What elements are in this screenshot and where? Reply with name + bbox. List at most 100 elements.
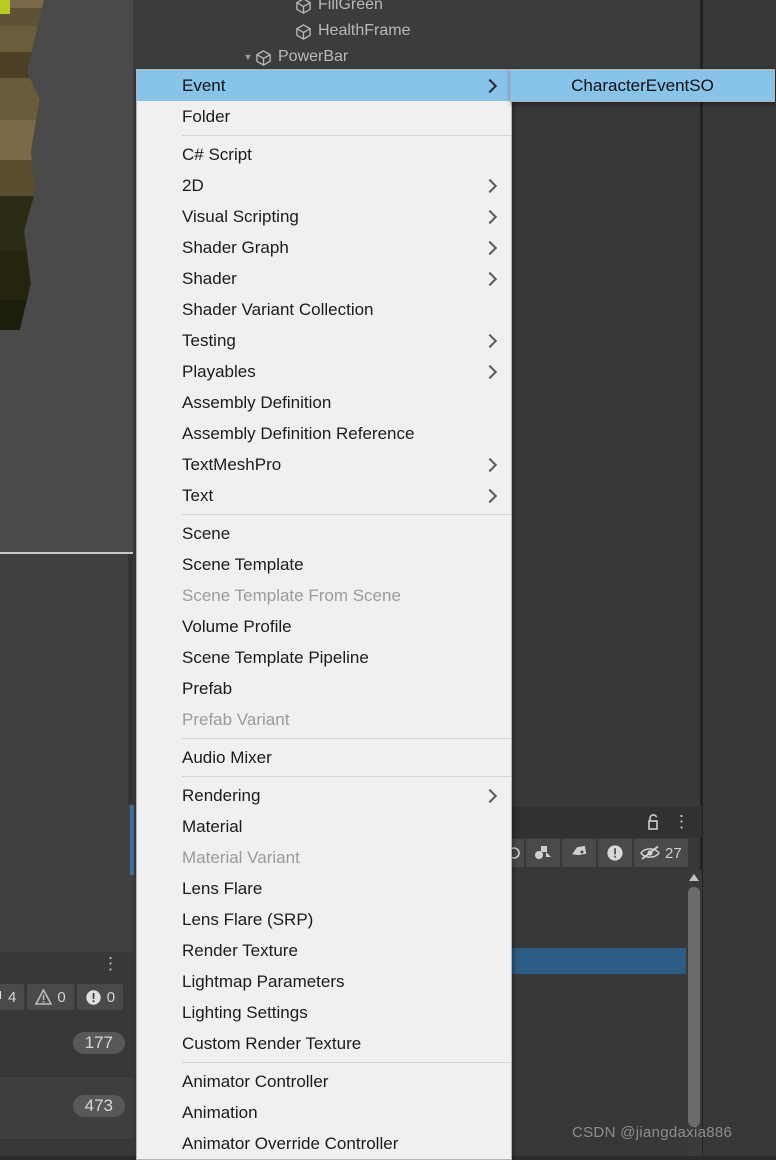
menu-item-c-script[interactable]: C# Script [137, 139, 511, 170]
menu-item-material-variant: Material Variant [137, 842, 511, 873]
scroll-up-arrow-icon[interactable] [689, 874, 699, 881]
submenu-item-label: CharacterEventSO [571, 75, 714, 95]
filter-hidden-objects-button[interactable]: 27 [634, 839, 688, 867]
hierarchy-item-2[interactable]: ▼ PowerBar [241, 46, 348, 68]
menu-item-label: 2D [182, 175, 204, 195]
menu-item-label: Assembly Definition [182, 392, 332, 412]
menu-separator [182, 738, 511, 739]
menu-item-animator-controller[interactable]: Animator Controller [137, 1066, 511, 1097]
hierarchy-panel[interactable]: FillGreen HealthFrame ▼ PowerBar [133, 0, 703, 70]
console-log-counter[interactable]: 4 [0, 984, 25, 1010]
menu-item-textmeshpro[interactable]: TextMeshPro [137, 449, 511, 480]
menu-item-label: Folder [182, 106, 231, 126]
menu-item-material[interactable]: Material [137, 811, 511, 842]
menu-item-lightmap-parameters[interactable]: Lightmap Parameters [137, 966, 511, 997]
menu-item-testing[interactable]: Testing [137, 325, 511, 356]
menu-item-assembly-definition[interactable]: Assembly Definition [137, 387, 511, 418]
console-row[interactable]: 177 [0, 1014, 133, 1077]
menu-item-label: Scene Template Pipeline [182, 647, 369, 667]
console-log-count: 4 [8, 988, 17, 1006]
menu-item-audio-mixer[interactable]: Audio Mixer [137, 742, 511, 773]
menu-item-prefab[interactable]: Prefab [137, 673, 511, 704]
menu-separator [182, 514, 511, 515]
menu-item-label: Lighting Settings [182, 1002, 308, 1022]
console-error-counter[interactable]: 0 [76, 984, 124, 1010]
menu-item-label: Lightmap Parameters [182, 971, 345, 991]
right-panel-background [703, 0, 776, 1156]
panel-active-tab-indicator [130, 805, 134, 875]
unlock-icon[interactable] [646, 813, 661, 831]
filter-partial-button[interactable] [510, 839, 524, 867]
menu-item-label: Visual Scripting [182, 206, 299, 226]
chevron-right-icon [482, 178, 498, 193]
menu-item-volume-profile[interactable]: Volume Profile [137, 611, 511, 642]
menu-item-label: Shader [182, 268, 237, 288]
console-row-count: 473 [72, 1095, 125, 1117]
menu-item-lens-flare-srp[interactable]: Lens Flare (SRP) [137, 904, 511, 935]
chevron-right-icon [482, 457, 498, 472]
error-icon [607, 845, 623, 861]
menu-item-custom-render-texture[interactable]: Custom Render Texture [137, 1028, 511, 1059]
menu-item-scene-template[interactable]: Scene Template [137, 549, 511, 580]
menu-item-lens-flare[interactable]: Lens Flare [137, 873, 511, 904]
filter-audio-button[interactable] [526, 839, 560, 867]
menu-item-playables[interactable]: Playables [137, 356, 511, 387]
menu-item-label: Testing [182, 330, 236, 350]
menu-item-label: Render Texture [182, 940, 298, 960]
watermark-text: CSDN @jiangdaxia886 [572, 1124, 733, 1141]
menu-item-scene[interactable]: Scene [137, 518, 511, 549]
scrollbar-thumb[interactable] [688, 887, 700, 1127]
menu-item-label: Lens Flare (SRP) [182, 909, 314, 929]
submenu-item-charactereventso[interactable]: CharacterEventSO [511, 70, 774, 101]
console-warning-counter[interactable]: 0 [27, 984, 74, 1010]
foldout-arrow-icon[interactable]: ▼ [241, 52, 255, 62]
create-asset-context-menu[interactable]: Event Folder C# Script 2D Visual Scripting Sh… [136, 69, 512, 1160]
menu-item-2d[interactable]: 2D [137, 170, 511, 201]
console-row-count: 177 [72, 1032, 125, 1054]
menu-item-label: TextMeshPro [182, 454, 282, 474]
chevron-right-icon [482, 240, 498, 255]
event-submenu[interactable]: CharacterEventSO [510, 69, 775, 102]
filter-error-button[interactable] [598, 839, 632, 867]
menu-item-lighting-settings[interactable]: Lighting Settings [137, 997, 511, 1028]
menu-item-label: Volume Profile [182, 616, 292, 636]
menu-item-shader-variant-collection[interactable]: Shader Variant Collection [137, 294, 511, 325]
menu-item-animation[interactable]: Animation [137, 1097, 511, 1128]
hierarchy-item-1[interactable]: HealthFrame [281, 20, 410, 42]
menu-item-label: Rendering [182, 785, 261, 805]
menu-item-render-texture[interactable]: Render Texture [137, 935, 511, 966]
menu-item-label: Animator Controller [182, 1071, 329, 1091]
menu-item-rendering[interactable]: Rendering [137, 780, 511, 811]
inspector-selected-item[interactable] [510, 948, 686, 974]
menu-item-assembly-definition-reference[interactable]: Assembly Definition Reference [137, 418, 511, 449]
menu-item-event[interactable]: Event [137, 70, 511, 101]
menu-item-text[interactable]: Text [137, 480, 511, 511]
inspector-scrollbar[interactable] [686, 870, 702, 1156]
scene-view[interactable] [0, 0, 133, 553]
project-panel-background [510, 104, 702, 804]
kebab-menu-icon[interactable]: ⋮ [102, 955, 119, 972]
menu-item-label: Material Variant [182, 847, 300, 867]
menu-item-animator-override-controller[interactable]: Animator Override Controller [137, 1128, 511, 1159]
cube-icon [256, 49, 271, 66]
menu-item-label: Assembly Definition Reference [182, 423, 415, 443]
filter-tag-button[interactable] [562, 839, 596, 867]
hierarchy-item-0[interactable]: FillGreen [281, 0, 383, 16]
cube-icon [296, 0, 311, 14]
console-message-list[interactable]: 177 473 [0, 1014, 133, 1156]
inspector-toolbar: ⋮ [510, 806, 702, 838]
menu-item-label: Prefab [182, 678, 233, 698]
kebab-menu-icon[interactable]: ⋮ [673, 813, 690, 830]
menu-item-visual-scripting[interactable]: Visual Scripting [137, 201, 511, 232]
chevron-right-icon [482, 788, 498, 803]
menu-item-label: Scene [182, 523, 231, 543]
menu-item-shader-graph[interactable]: Shader Graph [137, 232, 511, 263]
menu-item-shader[interactable]: Shader [137, 263, 511, 294]
menu-item-folder[interactable]: Folder [137, 101, 511, 132]
menu-item-scene-template-pipeline[interactable]: Scene Template Pipeline [137, 642, 511, 673]
scene-highlight-marker [0, 0, 10, 14]
chevron-right-icon [482, 488, 498, 503]
inspector-content-list[interactable] [510, 870, 688, 1156]
console-row[interactable]: 473 [0, 1077, 133, 1140]
circle-icon [512, 847, 520, 859]
